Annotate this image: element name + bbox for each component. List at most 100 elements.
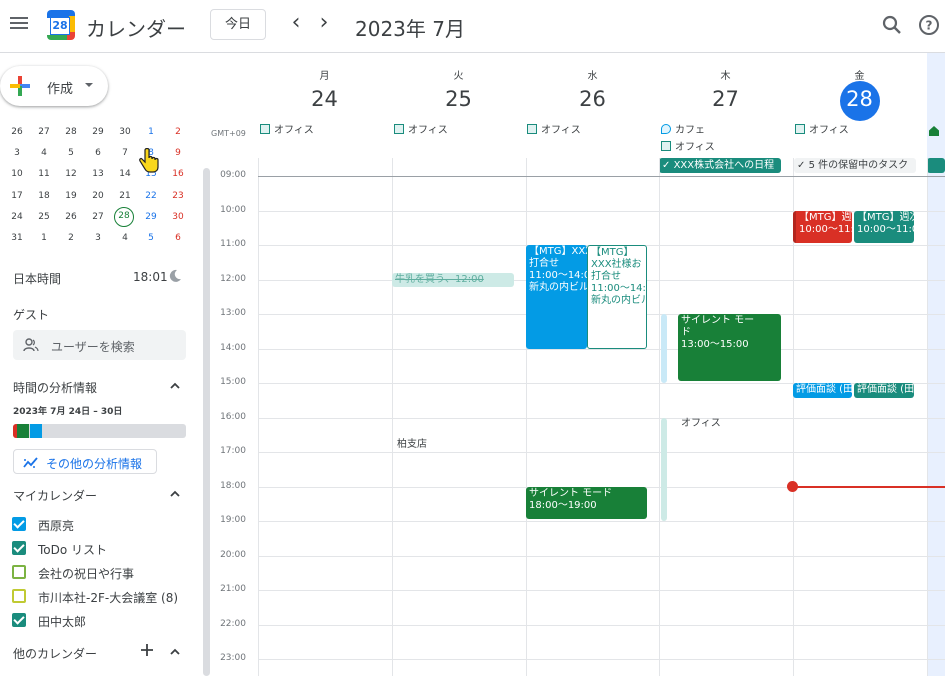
calendar-item[interactable]: 西原亮 xyxy=(12,514,192,534)
mini-calendar-day[interactable]: 10 xyxy=(6,164,28,184)
event-text: 打合せ xyxy=(591,271,621,282)
mini-calendar-day[interactable]: 16 xyxy=(167,164,189,184)
allday-cafe-thu[interactable]: カフェ xyxy=(661,124,705,138)
event-text: 13:00～15:00 xyxy=(681,339,749,350)
location-event-tue[interactable]: 柏支店 xyxy=(394,438,494,452)
month-title: 2023年 7月 xyxy=(355,17,465,41)
day-number[interactable]: 26 xyxy=(526,87,659,111)
user-search-input[interactable]: ユーザーを検索 xyxy=(13,330,186,360)
chevron-left-icon[interactable]: ‹ xyxy=(285,12,307,36)
hour-label: 20:00 xyxy=(220,549,246,560)
allday-office-tue[interactable]: オフィス xyxy=(394,124,448,138)
mini-calendar-day[interactable]: 21 xyxy=(114,186,136,206)
hour-line xyxy=(258,521,945,522)
mini-calendar-day[interactable]: 30 xyxy=(167,207,189,227)
office-event-thu[interactable]: オフィス xyxy=(678,417,778,431)
calendar-checkbox[interactable] xyxy=(12,565,26,579)
silent-mode-event-thu[interactable]: サイレント モード 13:00～15:00 xyxy=(678,314,781,381)
more-analytics-button[interactable]: その他の分析情報 xyxy=(13,449,157,474)
mini-calendar-day[interactable]: 27 xyxy=(87,207,109,227)
search-icon[interactable] xyxy=(880,13,904,37)
today-button[interactable]: 今日 xyxy=(210,9,266,40)
mini-calendar-day[interactable]: 28 xyxy=(114,206,134,227)
calendar-item[interactable]: 会社の祝日や行事 xyxy=(12,562,192,582)
building-icon xyxy=(795,124,805,134)
mini-calendar-day[interactable]: 13 xyxy=(87,164,109,184)
plus-icon xyxy=(10,76,30,96)
day-name: 月 xyxy=(319,71,330,82)
office-strip-thu[interactable] xyxy=(661,417,667,521)
mini-calendar-day[interactable]: 6 xyxy=(87,143,109,163)
mini-calendar-day[interactable]: 26 xyxy=(6,122,28,142)
mini-calendar-day[interactable]: 4 xyxy=(114,228,136,248)
mtg-event-fri-2[interactable]: 【MTG】週次10:00～11:00 xyxy=(854,210,914,243)
mini-calendar-day[interactable]: 22 xyxy=(140,186,162,206)
mini-calendar-day[interactable]: 26 xyxy=(60,207,82,227)
mini-calendar-day[interactable]: 5 xyxy=(140,228,162,248)
mini-calendar-day[interactable]: 5 xyxy=(60,143,82,163)
calendar-checkbox[interactable] xyxy=(12,613,26,627)
chevron-up-icon[interactable] xyxy=(170,647,180,657)
chevron-up-icon[interactable] xyxy=(170,489,180,499)
day-number[interactable]: 28 xyxy=(793,87,926,111)
allday-office-mon[interactable]: オフィス xyxy=(260,124,314,138)
allday-office-thu[interactable]: オフィス xyxy=(661,141,715,155)
mini-calendar-day[interactable]: 29 xyxy=(140,207,162,227)
mini-calendar-day[interactable]: 3 xyxy=(87,228,109,248)
mtg-event-wed[interactable]: 【MTG】XXX社様お打合せ11:00～14:00新丸の内ビルディング xyxy=(526,245,587,349)
mini-calendar-day[interactable]: 2 xyxy=(167,122,189,142)
mini-calendar-day[interactable]: 20 xyxy=(87,186,109,206)
mini-calendar-day[interactable]: 7 xyxy=(114,143,136,163)
mini-calendar-day[interactable]: 29 xyxy=(87,122,109,142)
mini-calendar-day[interactable]: 1 xyxy=(33,228,55,248)
sidebar-scrollbar[interactable] xyxy=(203,168,210,676)
chevron-right-icon[interactable]: › xyxy=(313,12,335,36)
mini-calendar-day[interactable]: 11 xyxy=(33,164,55,184)
day-number[interactable]: 25 xyxy=(392,87,525,111)
day-number[interactable]: 27 xyxy=(659,87,792,111)
calendar-item[interactable]: 市川本社-2F-大会議室 (8) xyxy=(12,586,192,606)
mini-calendar-day[interactable]: 23 xyxy=(167,186,189,206)
help-icon[interactable]: ? xyxy=(917,13,941,37)
mini-calendar-day[interactable]: 18 xyxy=(33,186,55,206)
mini-calendar-day[interactable]: 31 xyxy=(6,228,28,248)
time-grid[interactable]: 09:00 10:00 11:00 12:00 13:00 14:00 15:00 16:00… xyxy=(210,158,945,676)
allday-office-wed[interactable]: オフィス xyxy=(527,124,581,138)
mini-calendar-day[interactable]: 28 xyxy=(60,122,82,142)
mini-calendar-day[interactable]: 25 xyxy=(33,207,55,227)
mini-calendar-day[interactable]: 12 xyxy=(60,164,82,184)
mini-calendar-day[interactable]: 30 xyxy=(114,122,136,142)
cafe-strip-thu[interactable] xyxy=(661,314,667,383)
mini-calendar-day[interactable]: 3 xyxy=(6,143,28,163)
mtg-event-fri-1[interactable]: 【MTG】週次10:00～11:00 xyxy=(793,210,852,243)
day-name: 金 xyxy=(854,71,865,82)
event-text: 11:00～14:00 xyxy=(529,270,587,281)
mini-calendar-day[interactable]: 4 xyxy=(33,143,55,163)
add-calendar-icon[interactable] xyxy=(140,643,154,657)
allday-office-fri[interactable]: オフィス xyxy=(795,124,849,138)
mini-calendar-day[interactable]: 2 xyxy=(60,228,82,248)
main-menu-icon[interactable] xyxy=(10,14,30,34)
mini-calendar-day[interactable]: 19 xyxy=(60,186,82,206)
mini-calendar-day[interactable]: 6 xyxy=(167,228,189,248)
chevron-up-icon[interactable] xyxy=(170,381,180,391)
calendar-checkbox[interactable] xyxy=(12,589,26,603)
calendar-checkbox[interactable] xyxy=(12,517,26,531)
eval-event-fri-1[interactable]: 評価面談 (田中 xyxy=(793,383,852,398)
calendar-item[interactable]: ToDo リスト xyxy=(12,538,192,558)
calendar-item[interactable]: 田中太郎 xyxy=(12,610,192,630)
mini-calendar-day[interactable]: 9 xyxy=(167,143,189,163)
eval-event-fri-2[interactable]: 評価面談 (田中 xyxy=(854,383,914,398)
mini-calendar-day[interactable]: 27 xyxy=(33,122,55,142)
mtg-event-wed-outline[interactable]: 【MTG】XXX社様お打合せ11:00～14:00新丸の内ビルディング xyxy=(587,245,647,349)
mini-calendar-day[interactable]: 17 xyxy=(6,186,28,206)
mini-calendar-day[interactable]: 24 xyxy=(6,207,28,227)
calendar-checkbox[interactable] xyxy=(12,541,26,555)
silent-mode-event-wed[interactable]: サイレント モード 18:00～19:00 xyxy=(526,486,647,519)
day-number[interactable]: 24 xyxy=(258,87,391,111)
mini-calendar-day[interactable]: 14 xyxy=(114,164,136,184)
calendar-logo[interactable]: 28 xyxy=(47,10,75,40)
task-buy-milk[interactable]: 牛乳を買う、12:00 xyxy=(392,272,514,287)
create-button[interactable]: 作成 xyxy=(0,66,108,106)
mini-calendar-day[interactable]: 1 xyxy=(140,122,162,142)
